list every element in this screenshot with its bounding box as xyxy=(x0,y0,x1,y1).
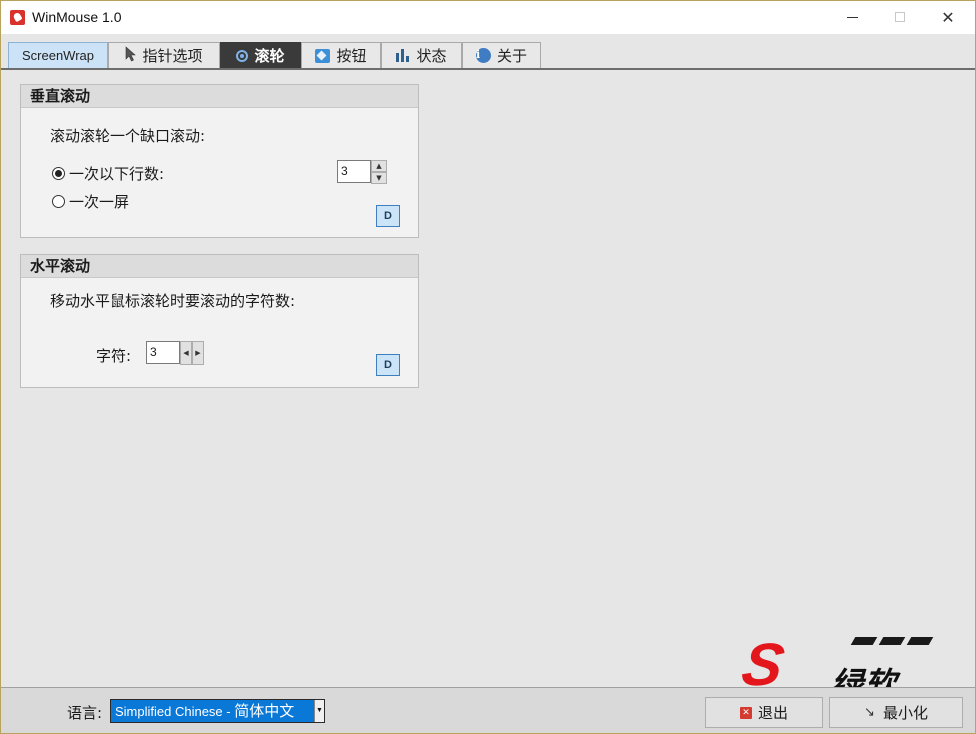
radio-screen-option[interactable]: 一次一屏 xyxy=(52,191,129,212)
group-header: 水平滚动 xyxy=(21,255,418,278)
minimize-label: 最小化 xyxy=(882,704,928,722)
minimize-icon xyxy=(846,16,858,18)
lines-count-spinner[interactable]: ▲ ▼ xyxy=(371,160,387,184)
app-logo-icon xyxy=(10,10,25,25)
tab-wheel[interactable]: 滚轮 xyxy=(220,42,301,68)
tab-label: ScreenWrap xyxy=(21,48,94,63)
window-title: WinMouse 1.0 xyxy=(32,9,122,25)
language-label: 语言: xyxy=(67,704,103,722)
spin-right-icon[interactable]: ▶ xyxy=(192,341,204,365)
radio-lines-option[interactable]: 一次以下行数: xyxy=(52,163,164,184)
radio-button-checked[interactable] xyxy=(52,167,65,180)
tab-label: 关于 xyxy=(496,47,527,65)
tab-label: 滚轮 xyxy=(254,47,285,65)
tab-buttons[interactable]: 按钮 xyxy=(301,42,381,68)
bottom-bar: 语言: Simplified Chinese - 简体中文 ▼ ✕ 退出 ↘ 最… xyxy=(1,687,975,733)
chars-count-input[interactable]: 3 xyxy=(146,341,180,364)
wheel-icon xyxy=(236,49,249,62)
language-value: Simplified Chinese - 简体中文 xyxy=(115,702,295,720)
minimize-window-button[interactable] xyxy=(829,1,875,33)
maximize-window-button[interactable] xyxy=(877,1,923,33)
close-icon: ✕ xyxy=(941,7,955,27)
tab-pointer-options[interactable]: 指针选项 xyxy=(108,42,220,68)
tab-label: 指针选项 xyxy=(142,47,203,65)
spin-up-icon[interactable]: ▲ xyxy=(371,160,387,172)
exit-button[interactable]: ✕ 退出 xyxy=(705,697,823,728)
radio-label: 一次以下行数: xyxy=(69,165,165,183)
bar-chart-icon xyxy=(396,49,410,62)
maximize-icon xyxy=(895,12,905,22)
info-icon: i xyxy=(475,48,491,63)
horizontal-scroll-group: 水平滚动 移动水平鼠标滚轮时要滚动的字符数: 字符: 3 ◀ ▶ D xyxy=(20,254,419,388)
spin-down-icon[interactable]: ▼ xyxy=(371,172,387,184)
vertical-description: 滚动滚轮一个缺口滚动: xyxy=(50,127,206,145)
exit-icon: ✕ xyxy=(739,706,752,719)
vertical-default-button[interactable]: D xyxy=(376,205,400,227)
minimize-arrow-icon: ↘ xyxy=(864,705,875,720)
tab-screenwrap[interactable]: ScreenWrap xyxy=(8,42,108,68)
tab-label: 按钮 xyxy=(336,47,367,65)
button-icon xyxy=(315,48,331,63)
tab-about[interactable]: i 关于 xyxy=(462,42,541,68)
exit-label: 退出 xyxy=(757,704,788,722)
language-select[interactable]: Simplified Chinese - 简体中文 ▼ xyxy=(110,699,325,723)
chars-count-spinner[interactable]: ◀ ▶ xyxy=(180,341,204,365)
close-window-button[interactable]: ✕ xyxy=(925,1,971,33)
minimize-button[interactable]: ↘ 最小化 xyxy=(829,697,963,728)
tab-status[interactable]: 状态 xyxy=(381,42,462,68)
title-bar[interactable]: WinMouse 1.0 ✕ xyxy=(1,1,975,34)
pointer-icon xyxy=(125,45,137,66)
radio-button[interactable] xyxy=(52,195,65,208)
chevron-down-icon[interactable]: ▼ xyxy=(314,700,324,722)
chars-label: 字符: xyxy=(96,347,132,365)
vertical-scroll-group: 垂直滚动 滚动滚轮一个缺口滚动: 一次以下行数: 3 ▲ ▼ 一次一屏 D xyxy=(20,84,419,238)
watermark-s-glyph: S xyxy=(737,631,790,698)
radio-label: 一次一屏 xyxy=(69,193,130,211)
horizontal-default-button[interactable]: D xyxy=(376,354,400,376)
tab-bar: ScreenWrap 指针选项 滚轮 按钮 状态 i 关于 xyxy=(1,34,975,70)
app-window: WinMouse 1.0 ✕ ScreenWrap 指针选项 滚轮 按钮 状态 … xyxy=(0,0,976,734)
horizontal-description: 移动水平鼠标滚轮时要滚动的字符数: xyxy=(50,292,296,310)
group-header: 垂直滚动 xyxy=(21,85,418,108)
tab-label: 状态 xyxy=(416,47,447,65)
lines-count-input[interactable]: 3 xyxy=(337,160,371,183)
spin-left-icon[interactable]: ◀ xyxy=(180,341,192,365)
